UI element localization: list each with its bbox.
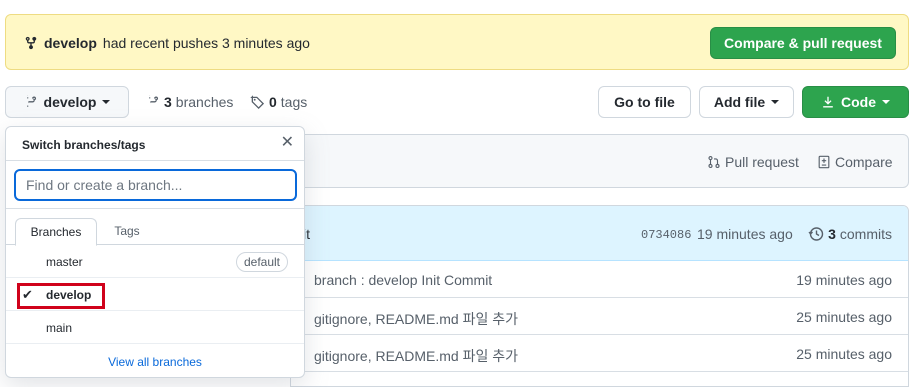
highlight-box xyxy=(17,283,105,309)
tab-branches[interactable]: Branches xyxy=(15,218,97,246)
tags-label: tags xyxy=(280,94,308,110)
code-label: Code xyxy=(841,94,876,110)
commits-link[interactable]: 3 commits xyxy=(808,226,892,242)
file-commit-message[interactable]: branch : develop Init Commit xyxy=(314,272,492,288)
branch-filter-input[interactable] xyxy=(14,169,297,201)
banner-branch-name: develop xyxy=(44,35,97,51)
branch-selector-label: develop xyxy=(43,94,97,110)
file-row: branch : develop Init Commit 19 minutes … xyxy=(291,261,908,298)
download-icon xyxy=(821,95,835,109)
latest-commit-header: it 0734086 19 minutes ago 3 commits xyxy=(291,206,908,261)
commit-time: 19 minutes ago xyxy=(697,226,793,242)
diff-icon xyxy=(817,155,831,169)
compare-bar: Pull request Compare xyxy=(290,134,909,188)
branches-link[interactable]: 3 branches xyxy=(146,94,233,110)
dropdown-title: Switch branches/tags xyxy=(22,138,146,152)
file-commit-time: 25 minutes ago xyxy=(796,346,892,362)
recent-pushes-banner: develop had recent pushes 3 minutes ago … xyxy=(5,14,909,70)
compare-link[interactable]: Compare xyxy=(817,154,893,170)
banner-text: had recent pushes 3 minutes ago xyxy=(102,35,310,51)
file-commit-time: 25 minutes ago xyxy=(796,309,892,325)
branch-switcher-dropdown: Switch branches/tags ✕ Branches Tags mas… xyxy=(5,126,305,378)
file-commit-message[interactable]: gitignore, README.md 파일 추가 xyxy=(314,346,518,366)
commits-count: 3 xyxy=(828,226,836,242)
filter-section xyxy=(6,161,304,209)
tab-tags[interactable]: Tags xyxy=(102,217,152,245)
branch-icon xyxy=(146,95,160,109)
file-row: gitignore, README.md 파일 추가 25 minutes ag… xyxy=(291,335,908,372)
add-file-button[interactable]: Add file xyxy=(699,86,794,118)
view-all-branches-link[interactable]: View all branches xyxy=(6,355,304,369)
compare-pull-request-button[interactable]: Compare & pull request xyxy=(710,27,896,59)
chevron-down-icon xyxy=(102,100,111,104)
go-to-file-button[interactable]: Go to file xyxy=(598,86,691,118)
branch-item-develop[interactable]: ✔ develop xyxy=(6,278,304,311)
file-commit-time: 19 minutes ago xyxy=(796,272,892,288)
branch-item-main[interactable]: main xyxy=(6,311,304,344)
branches-count: 3 xyxy=(164,94,172,110)
file-row: gitignore, README.md 파일 추가 25 minutes ag… xyxy=(291,298,908,335)
tag-icon xyxy=(250,94,265,110)
default-badge: default xyxy=(235,252,288,272)
commits-label: commits xyxy=(839,226,892,242)
branch-selector-button[interactable]: develop xyxy=(5,86,129,118)
pull-request-label: Pull request xyxy=(725,154,799,170)
close-icon[interactable]: ✕ xyxy=(281,135,294,151)
tags-link[interactable]: 0 tags xyxy=(250,94,307,110)
dropdown-tabs: Branches Tags xyxy=(6,209,304,246)
dropdown-header: Switch branches/tags ✕ xyxy=(6,127,304,161)
code-button[interactable]: Code xyxy=(802,86,909,118)
tags-count: 0 xyxy=(269,94,277,110)
chevron-down-icon xyxy=(771,100,780,104)
file-commit-message[interactable]: gitignore, README.md 파일 추가 xyxy=(314,309,518,329)
branch-item-master[interactable]: master default xyxy=(6,245,304,278)
branches-label: branches xyxy=(175,94,234,110)
branch-icon xyxy=(24,95,38,109)
compare-label: Compare xyxy=(835,154,893,170)
branch-item-label: master xyxy=(46,255,83,269)
pull-request-link[interactable]: Pull request xyxy=(707,154,799,170)
branch-icon xyxy=(24,36,38,50)
add-file-label: Add file xyxy=(713,94,766,110)
history-icon xyxy=(808,226,824,242)
banner-message: develop had recent pushes 3 minutes ago xyxy=(24,35,310,51)
branch-item-label: main xyxy=(46,321,73,335)
chevron-down-icon xyxy=(882,100,890,104)
commit-sha[interactable]: 0734086 xyxy=(641,228,691,242)
file-list: it 0734086 19 minutes ago 3 commits bran… xyxy=(290,205,909,387)
pull-request-icon xyxy=(707,155,721,169)
